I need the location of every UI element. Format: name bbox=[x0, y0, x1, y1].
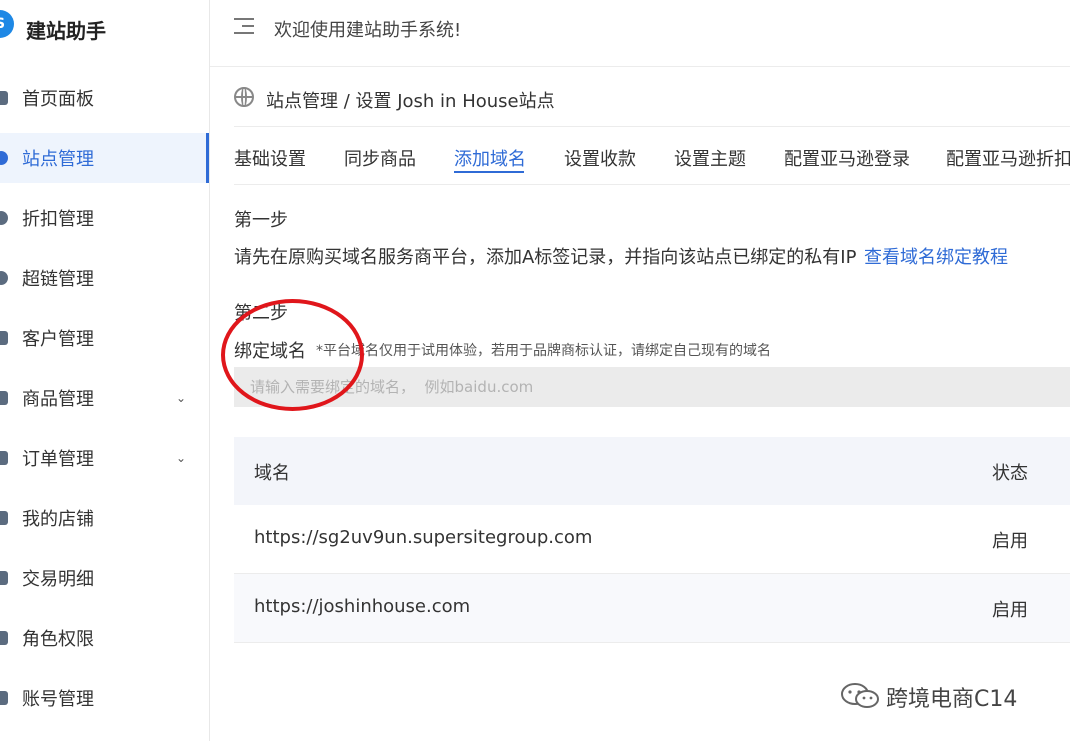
welcome-message: 欢迎使用建站助手系统! bbox=[274, 20, 462, 41]
domain-cell: https://sg2uv9un.supersitegroup.com bbox=[254, 527, 593, 548]
domain-cell: https://joshinhouse.com bbox=[254, 596, 471, 617]
sidebar-item-label: 我的店铺 bbox=[22, 509, 94, 530]
tab-add-domain[interactable]: 添加域名 bbox=[454, 145, 526, 171]
domain-table: 域名 状态 https://sg2uv9un.supersitegroup.co… bbox=[234, 437, 1070, 643]
menu-collapse-icon[interactable] bbox=[234, 18, 254, 34]
sidebar-item-label: 商品管理 bbox=[22, 389, 94, 410]
step1-description: 请先在原购买域名服务商平台，添加A标签记录，并指向该站点已绑定的私有IP bbox=[234, 247, 857, 268]
sidebar-item-label: 超链管理 bbox=[22, 269, 94, 290]
sidebar-item-label: 交易明细 bbox=[22, 569, 94, 590]
bind-domain-label: 绑定域名 bbox=[234, 341, 306, 362]
sidebar-item-label: 账号管理 bbox=[22, 689, 94, 710]
sidebar-item-label: 客户管理 bbox=[22, 329, 94, 350]
table-header: 域名 状态 bbox=[234, 437, 1070, 505]
globe-icon bbox=[0, 151, 8, 165]
table-row[interactable]: https://sg2uv9un.supersitegroup.com 启用 bbox=[234, 505, 1070, 574]
sidebar-item-customers[interactable]: 客户管理 bbox=[0, 313, 208, 363]
top-header: 欢迎使用建站助手系统! bbox=[210, 0, 1070, 67]
tab-sync-products[interactable]: 同步商品 bbox=[344, 145, 416, 171]
sidebar-item-products[interactable]: 商品管理 ⌄ bbox=[0, 373, 208, 423]
column-header-domain: 域名 bbox=[254, 463, 290, 484]
settings-tabs: 基础设置 同步商品 添加域名 设置收款 设置主题 配置亚马逊登录 配置亚马逊折扣 bbox=[234, 127, 1070, 185]
chevron-down-icon[interactable]: ⌄ bbox=[176, 451, 186, 465]
sidebar-item-label: 首页面板 bbox=[22, 89, 94, 110]
tab-amazon-discount[interactable]: 配置亚马逊折扣 bbox=[946, 145, 1070, 171]
sidebar-item-roles[interactable]: 角色权限 bbox=[0, 613, 208, 663]
tab-theme[interactable]: 设置主题 bbox=[674, 145, 746, 171]
sidebar-item-label: 折扣管理 bbox=[22, 209, 94, 230]
sidebar-item-label: 站点管理 bbox=[22, 149, 94, 170]
breadcrumb-bar: 站点管理 / 设置 Josh in House站点 bbox=[234, 73, 1070, 127]
link-icon bbox=[0, 271, 8, 285]
discount-icon bbox=[0, 211, 8, 225]
role-icon bbox=[0, 631, 8, 645]
tab-amazon-login[interactable]: 配置亚马逊登录 bbox=[784, 145, 910, 171]
step2-title: 第二步 bbox=[234, 303, 288, 324]
globe-icon bbox=[234, 87, 254, 107]
logo-icon: S bbox=[0, 10, 14, 38]
status-cell: 启用 bbox=[992, 531, 1028, 552]
sidebar: S 建站助手 首页面板 站点管理 折扣管理 超链管理 客户管理 商品管理 ⌄ 订… bbox=[0, 0, 210, 741]
order-icon bbox=[0, 451, 8, 465]
sidebar-item-links[interactable]: 超链管理 bbox=[0, 253, 208, 303]
domain-input[interactable] bbox=[234, 367, 1070, 407]
tab-basic-settings[interactable]: 基础设置 bbox=[234, 145, 306, 171]
table-row[interactable]: https://joshinhouse.com 启用 bbox=[234, 574, 1070, 643]
sidebar-item-orders[interactable]: 订单管理 ⌄ bbox=[0, 433, 208, 483]
watermark-text: 跨境电商C14 bbox=[886, 687, 1018, 712]
sidebar-item-label: 订单管理 bbox=[22, 449, 94, 470]
bind-domain-note: *平台域名仅用于试用体验，若用于品牌商标认证，请绑定自己现有的域名 bbox=[316, 343, 771, 359]
dashboard-icon bbox=[0, 91, 8, 105]
active-tab-indicator bbox=[454, 171, 524, 173]
status-cell: 启用 bbox=[992, 600, 1028, 621]
chevron-down-icon[interactable]: ⌄ bbox=[176, 391, 186, 405]
sidebar-item-sites[interactable]: 站点管理 bbox=[0, 133, 209, 183]
sidebar-item-dashboard[interactable]: 首页面板 bbox=[0, 73, 208, 123]
sidebar-item-discounts[interactable]: 折扣管理 bbox=[0, 193, 208, 243]
app-title: 建站助手 bbox=[26, 19, 106, 43]
sidebar-item-accounts[interactable]: 账号管理 bbox=[0, 673, 208, 723]
user-icon bbox=[0, 331, 8, 345]
transaction-icon bbox=[0, 571, 8, 585]
wechat-icon bbox=[841, 683, 879, 708]
store-icon bbox=[0, 511, 8, 525]
column-header-status: 状态 bbox=[992, 463, 1028, 484]
breadcrumb: 站点管理 / 设置 Josh in House站点 bbox=[266, 91, 555, 112]
tab-payment[interactable]: 设置收款 bbox=[564, 145, 636, 171]
sidebar-item-transactions[interactable]: 交易明细 bbox=[0, 553, 208, 603]
bag-icon bbox=[0, 391, 8, 405]
account-icon bbox=[0, 691, 8, 705]
sidebar-item-label: 角色权限 bbox=[22, 629, 94, 650]
step1-title: 第一步 bbox=[234, 210, 288, 231]
domain-tutorial-link[interactable]: 查看域名绑定教程 bbox=[864, 243, 1008, 269]
sidebar-item-my-store[interactable]: 我的店铺 bbox=[0, 493, 208, 543]
